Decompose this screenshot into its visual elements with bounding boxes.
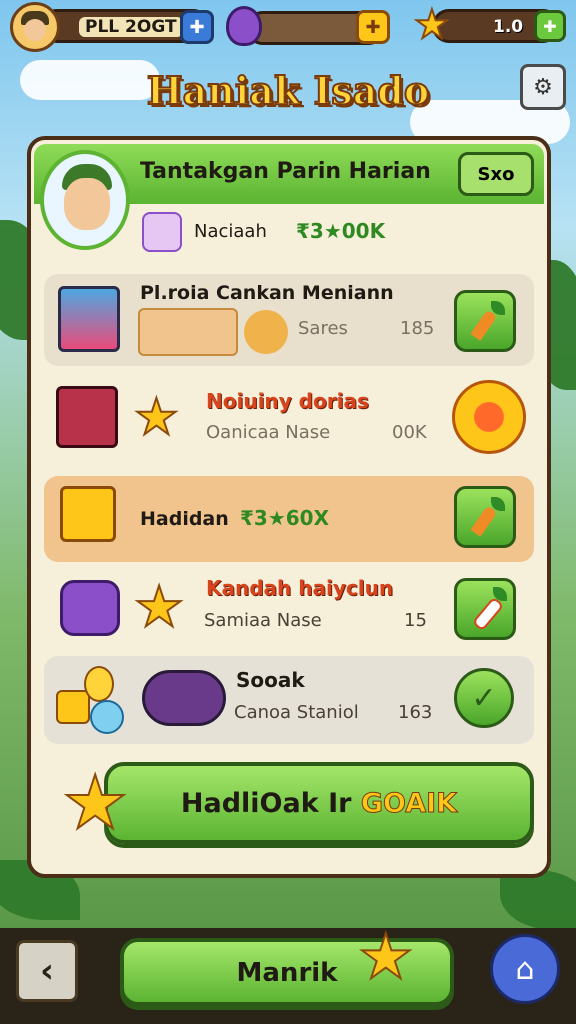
star-jar-icon: ★	[133, 388, 180, 446]
player-avatar[interactable]	[10, 2, 60, 52]
row-value: 163	[398, 702, 433, 723]
reward-icon	[142, 212, 182, 252]
jungle-leaf	[500, 870, 576, 930]
toy-car-icon	[142, 670, 226, 726]
star-character-icon: ★	[133, 575, 185, 640]
block-icon	[56, 690, 90, 724]
add-score-button[interactable]: ✚	[534, 10, 566, 42]
settings-icon[interactable]: ⚙	[520, 64, 566, 110]
header-card-title: Tantakgan Parin Harian	[140, 159, 431, 184]
home-icon[interactable]: ⌂	[490, 934, 560, 1004]
row-title: Hadidan	[140, 508, 229, 530]
row-title: Noiuiny dorias	[206, 389, 369, 413]
row-reward-value: ₹3★60X	[240, 506, 330, 530]
balloon-icon	[84, 666, 114, 702]
character-portrait	[40, 150, 130, 250]
ball-icon	[90, 700, 124, 734]
cookie-icon	[244, 310, 288, 354]
row-value: 15	[404, 610, 427, 631]
row-title: Kandah haiyclun	[206, 576, 394, 600]
row-subtitle: Oanicaa Nase	[206, 422, 331, 443]
reward-label: Naciaah	[194, 221, 267, 242]
claim-button-label: HadliOak Ir	[180, 787, 361, 819]
row-subtitle: Samiaa Nase	[204, 610, 322, 631]
claim-all-button[interactable]: HadliOak Ir GOAIK	[104, 762, 534, 844]
carrot-action-button[interactable]	[454, 290, 516, 352]
add-energy-button[interactable]: ✚	[356, 10, 390, 44]
row-title: Pl.roia Cankan Meniann	[140, 282, 394, 304]
sun-badge-icon[interactable]	[452, 380, 526, 454]
star-mascot-icon: ★	[61, 760, 129, 846]
player-name: PLL 2OGT	[79, 17, 183, 37]
row-value: 00K	[392, 422, 427, 443]
screen-title: Haniak Isado	[146, 67, 430, 114]
back-button[interactable]: ‹	[16, 940, 78, 1002]
reward-value: ₹3★00K	[296, 219, 386, 243]
gift-box-icon	[58, 286, 120, 352]
add-gem-button[interactable]: ✚	[180, 10, 214, 44]
score-value: 1.0	[493, 17, 524, 37]
treasure-box-icon	[60, 486, 116, 542]
crate-icon	[56, 386, 118, 448]
row-title: Sooak	[236, 668, 305, 692]
star-icon: ★	[413, 1, 451, 49]
radish-action-button[interactable]	[454, 578, 516, 640]
plum-icon	[60, 580, 120, 636]
check-icon: ✓	[454, 668, 514, 728]
header-badge[interactable]: Sxo	[458, 152, 534, 196]
star-icon: ★	[357, 920, 415, 993]
eggplant-icon	[226, 6, 262, 46]
fruit-bundle-icon	[138, 308, 238, 356]
claim-button-highlight: GOAIK	[360, 787, 458, 819]
row-value: 185	[400, 318, 435, 339]
row-subtitle: Canoa Staniol	[234, 702, 359, 723]
carrot-action-button[interactable]	[454, 486, 516, 548]
row-subtitle: Sares	[298, 318, 348, 339]
